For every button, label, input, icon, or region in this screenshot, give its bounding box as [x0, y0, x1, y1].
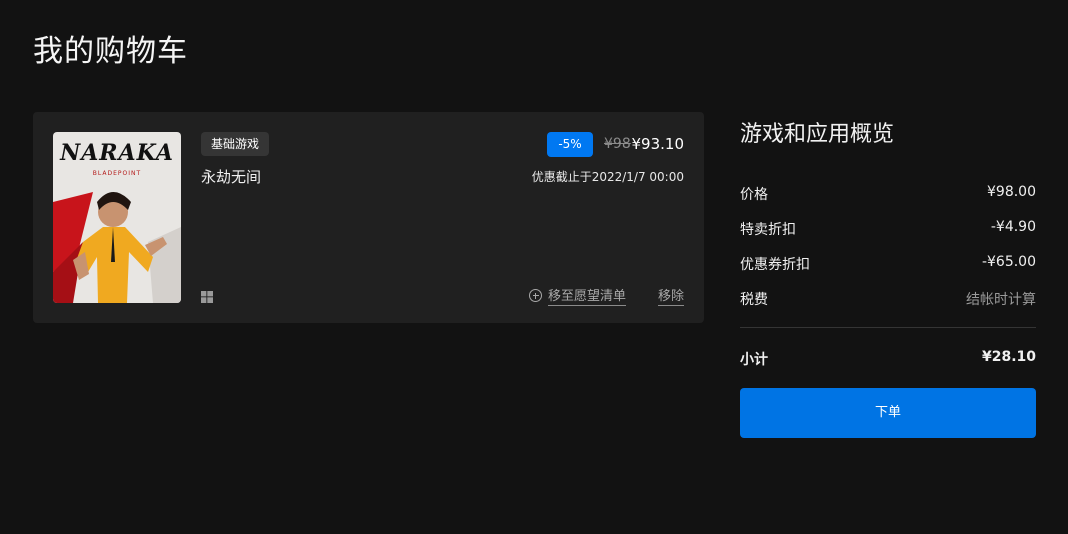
cart-item-card: NARAKA BLADEPOINT 基础游戏 永劫无间 -5% ¥98 ¥93.… [33, 112, 704, 323]
subtotal-label: 小计 [740, 352, 768, 368]
game-cover-image[interactable]: NARAKA BLADEPOINT [53, 132, 181, 303]
price-label: 价格 [740, 187, 768, 203]
add-circle-icon [529, 289, 542, 302]
wishlist-label: 移至愿望清单 [548, 285, 627, 306]
subtotal-value: ¥28.10 [981, 349, 1036, 365]
summary-title: 游戏和应用概览 [740, 122, 895, 147]
game-title[interactable]: 永劫无间 [201, 166, 261, 187]
summary-coupon-row: 优惠券折扣 -¥65.00 [740, 254, 1036, 274]
sale-discount-value: -¥4.90 [990, 219, 1036, 235]
summary-subtotal-row: 小计 ¥28.10 [740, 349, 1036, 369]
move-to-wishlist-button[interactable]: 移至愿望清单 [529, 285, 627, 306]
summary-tax-row: 税费 结帐时计算 [740, 289, 1036, 309]
sale-discount-label: 特卖折扣 [740, 222, 796, 238]
summary-sale-discount-row: 特卖折扣 -¥4.90 [740, 219, 1036, 239]
windows-icon [201, 291, 213, 303]
current-price: ¥93.10 [631, 135, 685, 153]
order-summary: 游戏和应用概览 价格 ¥98.00 特卖折扣 -¥4.90 优惠券折扣 -¥65… [740, 112, 1036, 438]
coupon-value: -¥65.00 [981, 254, 1036, 270]
tax-value: 结帐时计算 [966, 292, 1036, 308]
page-title: 我的购物车 [33, 34, 188, 69]
cover-logo-text: NARAKA [60, 140, 174, 166]
price-value: ¥98.00 [987, 184, 1036, 200]
original-price: ¥98 [604, 136, 631, 152]
sale-end-date: 优惠截止于2022/1/7 00:00 [531, 170, 684, 184]
summary-price-row: 价格 ¥98.00 [740, 184, 1036, 204]
discount-badge: -5% [547, 132, 593, 157]
remove-button[interactable]: 移除 [657, 285, 684, 306]
tax-label: 税费 [740, 292, 768, 308]
cover-sub-text: BLADEPOINT [92, 170, 142, 177]
summary-divider [740, 327, 1036, 328]
coupon-label: 优惠券折扣 [740, 257, 810, 273]
checkout-button[interactable]: 下单 [740, 388, 1036, 438]
base-game-badge: 基础游戏 [201, 132, 270, 156]
